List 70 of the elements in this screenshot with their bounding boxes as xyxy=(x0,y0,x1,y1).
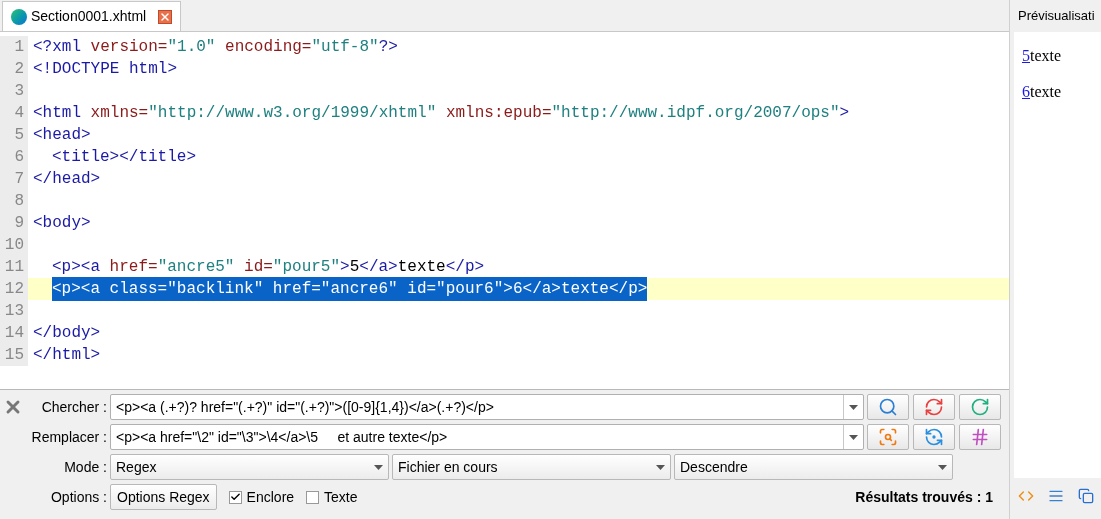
line-number: 9 xyxy=(0,212,28,234)
select-dropdown[interactable]: Fichier en cours xyxy=(392,454,671,480)
checkbox[interactable] xyxy=(306,490,320,504)
code-text: <head> xyxy=(33,125,91,146)
refresh-icon xyxy=(924,427,944,447)
preview-link[interactable]: 5 xyxy=(1022,44,1030,68)
action-button[interactable] xyxy=(959,394,1001,420)
code-text: <!DOCTYPE html> xyxy=(33,59,178,80)
action-button[interactable] xyxy=(913,424,955,450)
search-icon xyxy=(878,397,898,417)
dropdown-arrow-icon[interactable] xyxy=(938,464,947,470)
dropdown-arrow-icon[interactable] xyxy=(656,464,665,470)
close-icon[interactable] xyxy=(158,9,173,24)
line-number: 11 xyxy=(0,256,28,278)
line-number: 15 xyxy=(0,344,28,366)
checkbox-label: Texte xyxy=(324,487,358,507)
line-number: 12 xyxy=(0,278,28,300)
select-dropdown[interactable]: Descendre xyxy=(674,454,953,480)
results-count: Résultats trouvés : 1 xyxy=(855,487,993,507)
line-number: 6 xyxy=(0,146,28,168)
line-number: 7 xyxy=(0,168,28,190)
scan-search-icon xyxy=(878,427,898,447)
preview-text: texte xyxy=(1030,82,1062,102)
refresh-icon xyxy=(924,397,944,417)
browser-icon xyxy=(11,8,27,25)
code-text: </body> xyxy=(33,323,101,344)
preview-title: Prévisualisati xyxy=(1014,0,1101,32)
list-icon[interactable] xyxy=(1048,488,1064,504)
combo-field[interactable]: <p><a href="\2" id="\3">\4</a>\5 et autre texte</p> xyxy=(110,424,864,450)
hash-icon xyxy=(970,427,990,447)
checkbox[interactable] xyxy=(228,490,242,504)
code-text: <html xmlns="http://www.w3.org/1999/xhtml" xmlns:epub="http://www.idpf.org/2007/ops"> xyxy=(33,103,850,124)
line-number: 8 xyxy=(0,190,28,212)
options-button[interactable]: Options Regex xyxy=(110,484,217,510)
line-number: 10 xyxy=(0,234,28,256)
code-text: <p><a href="ancre5" id="pour5">5</a>texte</p> xyxy=(52,257,485,278)
preview-link[interactable]: 6 xyxy=(1022,80,1030,104)
field-label: Remplacer : xyxy=(30,427,108,447)
action-button[interactable] xyxy=(959,424,1001,450)
code-text: </html> xyxy=(33,345,101,366)
code-text: <?xml version="1.0" encoding="utf-8"?> xyxy=(33,37,398,58)
checkbox-label: Enclore xyxy=(246,487,295,507)
rotate-icon xyxy=(970,397,990,417)
field-label: Chercher : xyxy=(40,397,108,417)
line-number: 2 xyxy=(0,58,28,80)
dropdown-arrow-icon[interactable] xyxy=(374,464,383,470)
dropdown-arrow-icon[interactable] xyxy=(849,404,858,410)
action-button[interactable] xyxy=(867,394,909,420)
line-number: 5 xyxy=(0,124,28,146)
code-text: </head> xyxy=(33,169,101,190)
code-text: <title></title> xyxy=(52,147,197,168)
tab-title: Section0001.xhtml xyxy=(31,7,147,26)
line-number: 4 xyxy=(0,102,28,124)
field-label: Options : xyxy=(49,487,108,507)
dropdown-arrow-icon[interactable] xyxy=(849,434,858,440)
copy-icon[interactable] xyxy=(1078,488,1094,504)
action-button[interactable] xyxy=(867,424,909,450)
select-dropdown[interactable]: Regex xyxy=(110,454,389,480)
field-label: Mode : xyxy=(63,457,108,477)
line-number: 14 xyxy=(0,322,28,344)
preview-text: texte xyxy=(1030,46,1062,66)
combo-field[interactable]: <p><a (.+?)? href="(.+?)" id="(.+?)">([0-9]{1,4})</a>(.+?)</p> xyxy=(110,394,864,420)
file-tab[interactable]: Section0001.xhtml xyxy=(2,1,182,31)
code-text: <body> xyxy=(33,213,91,234)
line-number: 13 xyxy=(0,300,28,322)
code-text: <p><a class="backlink" href="ancre6" id="pour6">6</a>texte</p> xyxy=(52,277,648,301)
action-button[interactable] xyxy=(913,394,955,420)
code-icon[interactable] xyxy=(1018,488,1034,504)
line-number: 1 xyxy=(0,36,28,58)
line-number: 3 xyxy=(0,80,28,102)
